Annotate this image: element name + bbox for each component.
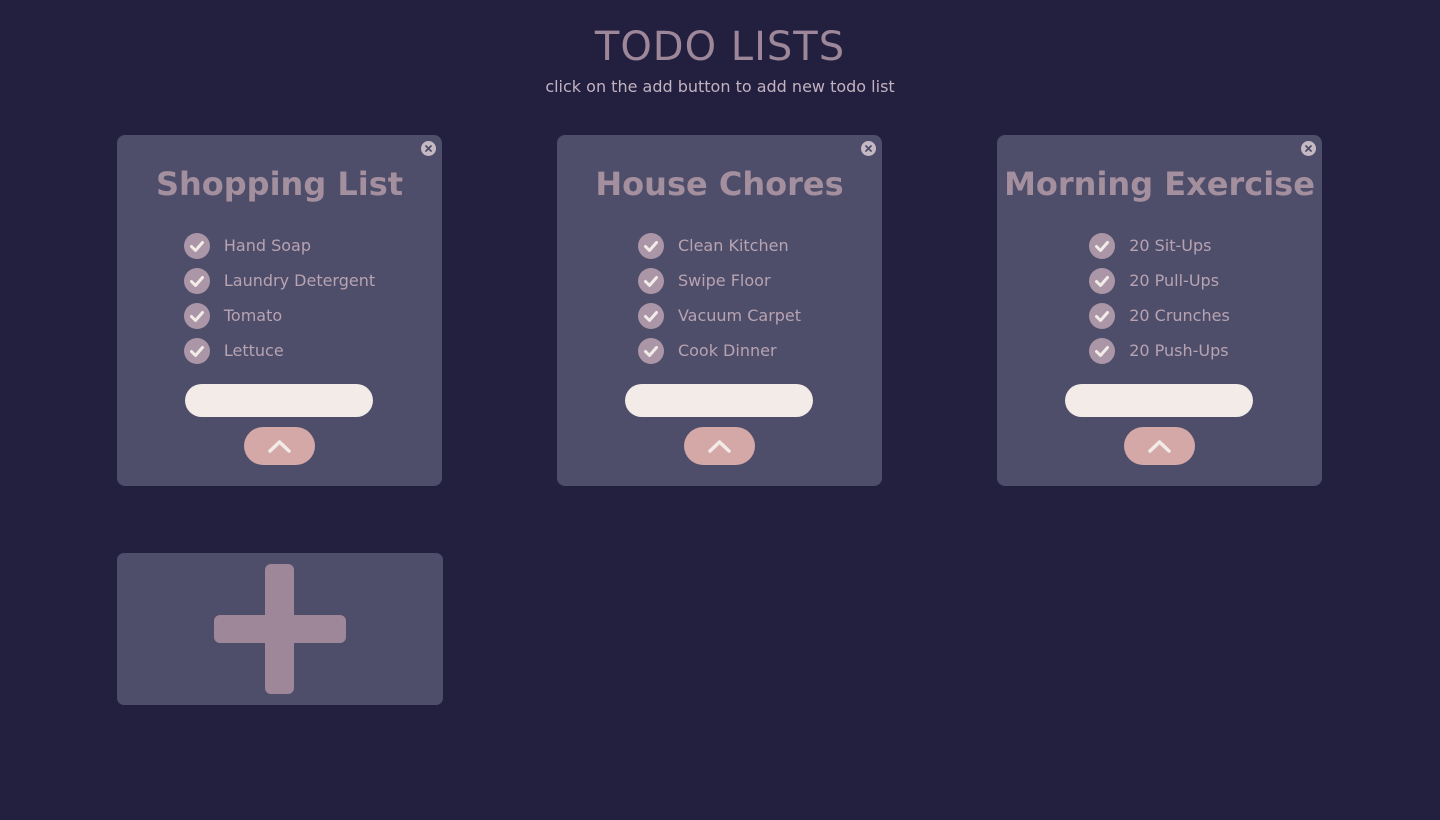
check-button[interactable] xyxy=(637,302,664,329)
todo-item-label: Vacuum Carpet xyxy=(677,306,802,325)
check-button[interactable] xyxy=(637,267,664,294)
check-icon xyxy=(643,310,658,322)
todo-item-label: Cook Dinner xyxy=(677,341,777,360)
todo-page: TODO LISTS click on the add button to ad… xyxy=(0,0,1440,820)
card-title: Morning Exercise xyxy=(1004,165,1315,203)
submit-item-button[interactable] xyxy=(244,427,315,465)
todo-item: Laundry Detergent xyxy=(183,263,376,298)
todo-card-morning-exercise: Morning Exercise 20 Sit-Ups 20 Pull-Ups xyxy=(997,135,1322,486)
todo-item: 20 Pull-Ups xyxy=(1089,263,1230,298)
todo-item-label: Swipe Floor xyxy=(677,271,771,290)
close-icon xyxy=(1305,145,1312,152)
add-list-button[interactable] xyxy=(117,553,443,705)
todo-item-label: 20 Pull-Ups xyxy=(1129,271,1220,290)
new-item-input[interactable] xyxy=(185,384,373,417)
todo-item: Swipe Floor xyxy=(637,263,801,298)
todo-item-label: 20 Crunches xyxy=(1129,306,1230,325)
todo-item: Cook Dinner xyxy=(637,333,801,368)
check-button[interactable] xyxy=(1089,302,1116,329)
todo-item: 20 Push-Ups xyxy=(1089,333,1230,368)
new-item-input[interactable] xyxy=(625,384,813,417)
new-item-input[interactable] xyxy=(1065,384,1253,417)
check-button[interactable] xyxy=(1089,267,1116,294)
todo-item: Tomato xyxy=(183,298,375,333)
plus-icon-horizontal-bar xyxy=(214,615,346,643)
check-button[interactable] xyxy=(183,302,210,329)
page-subtitle: click on the add button to add new todo … xyxy=(545,77,895,96)
check-icon xyxy=(1095,310,1110,322)
check-icon xyxy=(189,345,204,357)
check-button[interactable] xyxy=(183,337,210,364)
check-button[interactable] xyxy=(1089,337,1116,364)
todo-item-label: Laundry Detergent xyxy=(223,271,376,290)
check-icon xyxy=(189,240,204,252)
chevron-up-icon xyxy=(708,440,731,453)
todo-item: Lettuce xyxy=(183,333,375,368)
todo-items: 20 Sit-Ups 20 Pull-Ups 20 Crunches 20 Pu… xyxy=(997,228,1322,368)
check-button[interactable] xyxy=(637,232,664,259)
check-icon xyxy=(643,275,658,287)
todo-item: Clean Kitchen xyxy=(637,228,801,263)
close-icon xyxy=(425,145,432,152)
check-icon xyxy=(189,275,204,287)
close-card-button[interactable] xyxy=(1301,141,1316,156)
todo-item: 20 Crunches xyxy=(1089,298,1230,333)
check-icon xyxy=(1095,275,1110,287)
todo-items: Clean Kitchen Swipe Floor Vacuum Carpet xyxy=(557,228,882,368)
check-button[interactable] xyxy=(1089,232,1116,259)
todo-item: Hand Soap xyxy=(183,228,375,263)
submit-item-button[interactable] xyxy=(684,427,755,465)
chevron-up-icon xyxy=(1148,440,1171,453)
todo-item-label: Clean Kitchen xyxy=(677,236,789,255)
page-header: TODO LISTS click on the add button to ad… xyxy=(0,22,1440,97)
page-title: TODO LISTS xyxy=(594,24,846,70)
card-title: House Chores xyxy=(595,165,844,203)
check-icon xyxy=(1095,240,1110,252)
todo-item: Vacuum Carpet xyxy=(637,298,802,333)
card-title: Shopping List xyxy=(155,165,404,203)
todo-item: 20 Sit-Ups xyxy=(1089,228,1230,263)
check-icon xyxy=(1095,345,1110,357)
todo-item-label: 20 Push-Ups xyxy=(1129,341,1229,360)
check-button[interactable] xyxy=(637,337,664,364)
close-card-button[interactable] xyxy=(421,141,436,156)
check-icon xyxy=(189,310,204,322)
todo-card-shopping-list: Shopping List Hand Soap Laundry Detergen… xyxy=(117,135,442,486)
check-icon xyxy=(643,240,658,252)
todo-card-house-chores: House Chores Clean Kitchen Swipe Floor V… xyxy=(557,135,882,486)
check-button[interactable] xyxy=(183,267,210,294)
todo-item-label: Lettuce xyxy=(223,341,284,360)
close-icon xyxy=(865,145,872,152)
todo-item-label: 20 Sit-Ups xyxy=(1129,236,1212,255)
todo-item-label: Hand Soap xyxy=(223,236,311,255)
check-button[interactable] xyxy=(183,232,210,259)
check-icon xyxy=(643,345,658,357)
close-card-button[interactable] xyxy=(861,141,876,156)
chevron-up-icon xyxy=(268,440,291,453)
submit-item-button[interactable] xyxy=(1124,427,1195,465)
todo-item-label: Tomato xyxy=(223,306,283,325)
todo-items: Hand Soap Laundry Detergent Tomato Lettu… xyxy=(117,228,442,368)
